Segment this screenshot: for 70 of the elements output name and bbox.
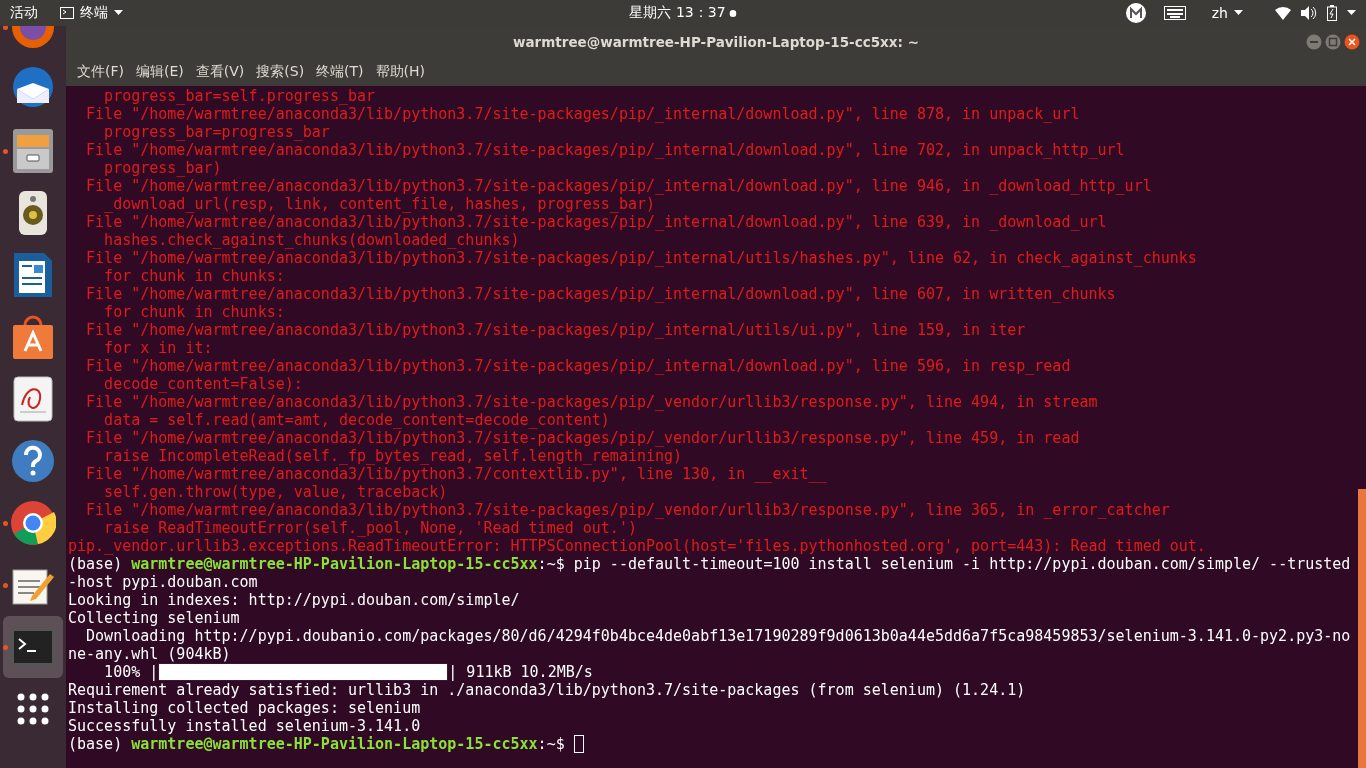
- error-line: progress_bar=self.progress_bar: [103, 87, 376, 105]
- output-line: Requirement already satisfied: urllib3 in ./anaconda3/lib/python3.7/site-packages (from selenium) (1.24.1): [68, 681, 1026, 699]
- error-line: _download_url(resp, link, content_file, hashes, progress_bar): [103, 195, 655, 213]
- error-line: progress_bar=progress_bar: [103, 123, 330, 141]
- tray-app-icon[interactable]: [1125, 3, 1146, 23]
- menu-item[interactable]: 帮助(H): [370, 62, 431, 81]
- caret-icon: [114, 10, 123, 16]
- error-line: File "/home/warmtree/anaconda3/lib/python3.7/site-packages/pip/_internal/download.py", line 639, in _download_url: [85, 213, 1107, 231]
- terminal-icon[interactable]: [10, 627, 56, 667]
- notification-dot-icon: [729, 9, 737, 17]
- progress-line: 100% | | 911kB 10.2MB/s: [103, 663, 593, 681]
- error-line: data = self.read(amt=amt, decode_content=decode_content): [103, 411, 610, 429]
- keyboard-icon[interactable]: [1163, 6, 1186, 20]
- battery-icon[interactable]: [1327, 5, 1337, 21]
- menu-item[interactable]: 编辑(E): [131, 62, 189, 81]
- error-line: File "/home/warmtree/anaconda3/lib/python3.7/site-packages/pip/_internal/download.py", line 878, in unpack_url: [85, 105, 1080, 123]
- prompt-line: (base) warmtree@warmtree-HP-Pavilion-Laptop-15-cc5xx:~$: [68, 735, 584, 753]
- error-line: raise IncompleteRead(self._fp_bytes_read, self.length_remaining): [103, 447, 683, 465]
- error-line: self.gen.throw(type, value, traceback): [103, 483, 448, 501]
- document-viewer-icon[interactable]: [12, 375, 54, 423]
- error-line: progress_bar): [103, 159, 222, 177]
- prompt-line: (base) warmtree@warmtree-HP-Pavilion-Laptop-15-cc5xx:~$ pip --default-timeout=100 install selenium -i http://pypi.douban.com/simple/ --trusted: [68, 555, 1351, 573]
- output-line: Installing collected packages: selenium: [68, 699, 421, 717]
- scrollbar[interactable]: [1358, 489, 1366, 768]
- volume-icon[interactable]: [1301, 6, 1317, 20]
- wifi-icon[interactable]: [1275, 6, 1291, 20]
- app-grid-icon[interactable]: [16, 692, 50, 726]
- window-title: warmtree@warmtree-HP-Pavilion-Laptop-15-cc5xx: ~: [513, 33, 919, 50]
- error-line: File "/home/warmtree/anaconda3/lib/python3.7/site-packages/pip/_internal/utils/hashes.py", line 62, in check_against_chunks: [85, 249, 1197, 267]
- error-line: File "/home/warmtree/anaconda3/lib/python3.7/site-packages/pip/_internal/download.py", line 946, in _download_http_url: [85, 177, 1152, 195]
- document-icon[interactable]: [12, 251, 54, 299]
- terminal-icon: [60, 7, 74, 19]
- file-cabinet-icon[interactable]: [11, 127, 55, 175]
- error-line: raise ReadTimeoutError(self._pool, None, 'Read timed out.'): [103, 519, 637, 537]
- error-line: File "/home/warmtree/anaconda3/lib/python3.7/site-packages/pip/_internal/download.py", line 607, in written_chunks: [85, 285, 1116, 303]
- activities-button[interactable]: 活动: [10, 4, 38, 22]
- menu-item[interactable]: 查看(V): [190, 62, 250, 81]
- close-button[interactable]: [1344, 34, 1360, 50]
- error-line: File "/home/warmtree/anaconda3/lib/python3.7/site-packages/pip/_vendor/urllib3/response.py", line 494, in stream: [85, 393, 1098, 411]
- output-line: Looking in indexes: http://pypi.douban.com/simple/: [68, 591, 520, 609]
- clock[interactable]: 星期六 13：37: [629, 4, 726, 22]
- caret-icon: [1234, 10, 1243, 16]
- error-line: for x in it:: [103, 339, 213, 357]
- menu-item[interactable]: 文件(F): [72, 62, 129, 81]
- error-line: pip._vendor.urllib3.exceptions.ReadTimeoutError: HTTPSConnectionPool(host='files.pythonhosted.org', port=443): Read timed out.: [68, 537, 1206, 555]
- caret-icon: [1347, 10, 1356, 16]
- error-line: hashes.check_against_chunks(downloaded_chunks): [103, 231, 520, 249]
- minimize-button[interactable]: [1306, 34, 1322, 50]
- error-line: File "/home/warmtree/anaconda3/lib/python3.7/site-packages/pip/_vendor/urllib3/response.py", line 365, in _error_catcher: [85, 501, 1170, 519]
- error-line: decode_content=False):: [103, 375, 303, 393]
- error-line: File "/home/warmtree/anaconda3/lib/python3.7/site-packages/pip/_internal/utils/ui.py", line 159, in iter: [85, 321, 1026, 339]
- output-line: Collecting selenium: [68, 609, 240, 627]
- output-line: Successfully installed selenium-3.141.0: [68, 717, 421, 735]
- input-method-menu[interactable]: zh: [1211, 5, 1228, 21]
- error-line: for chunk in chunks:: [103, 267, 285, 285]
- help-icon[interactable]: [10, 438, 56, 484]
- menu-item[interactable]: 终端(T): [311, 62, 369, 81]
- output-line: ne-any.whl (904kB): [68, 645, 231, 663]
- error-line: File "/home/warmtree/anaconda3/lib/python3.7/site-packages/pip/_vendor/urllib3/response.py", line 459, in read: [85, 429, 1080, 447]
- error-line: File "/home/warmtree/anaconda3/lib/python3.7/site-packages/pip/_internal/download.py", line 702, in unpack_http_url: [85, 141, 1125, 159]
- error-line: File "/home/warmtree/anaconda3/lib/python3.7/contextlib.py", line 130, in __exit__: [85, 465, 827, 483]
- output-line: -host pypi.douban.com: [68, 573, 258, 591]
- menu-item[interactable]: 搜索(S): [251, 62, 310, 81]
- chrome-icon[interactable]: [10, 500, 56, 546]
- shopping-bag-icon[interactable]: [11, 313, 55, 361]
- terminal-area[interactable]: [66, 86, 1366, 768]
- error-line: File "/home/warmtree/anaconda3/lib/python3.7/site-packages/pip/_internal/download.py", line 596, in resp_read: [85, 357, 1071, 375]
- output-line: Downloading http://pypi.doubanio.com/packages/80/d6/4294f0b4bce4de0abf13e17190289f9d0613b0a44e5dd6a7f5ca98459853/selenium-3.141.0-py2.py3-no: [85, 627, 1351, 645]
- error-line: for chunk in chunks:: [103, 303, 285, 321]
- app-menu[interactable]: 终端: [60, 4, 123, 22]
